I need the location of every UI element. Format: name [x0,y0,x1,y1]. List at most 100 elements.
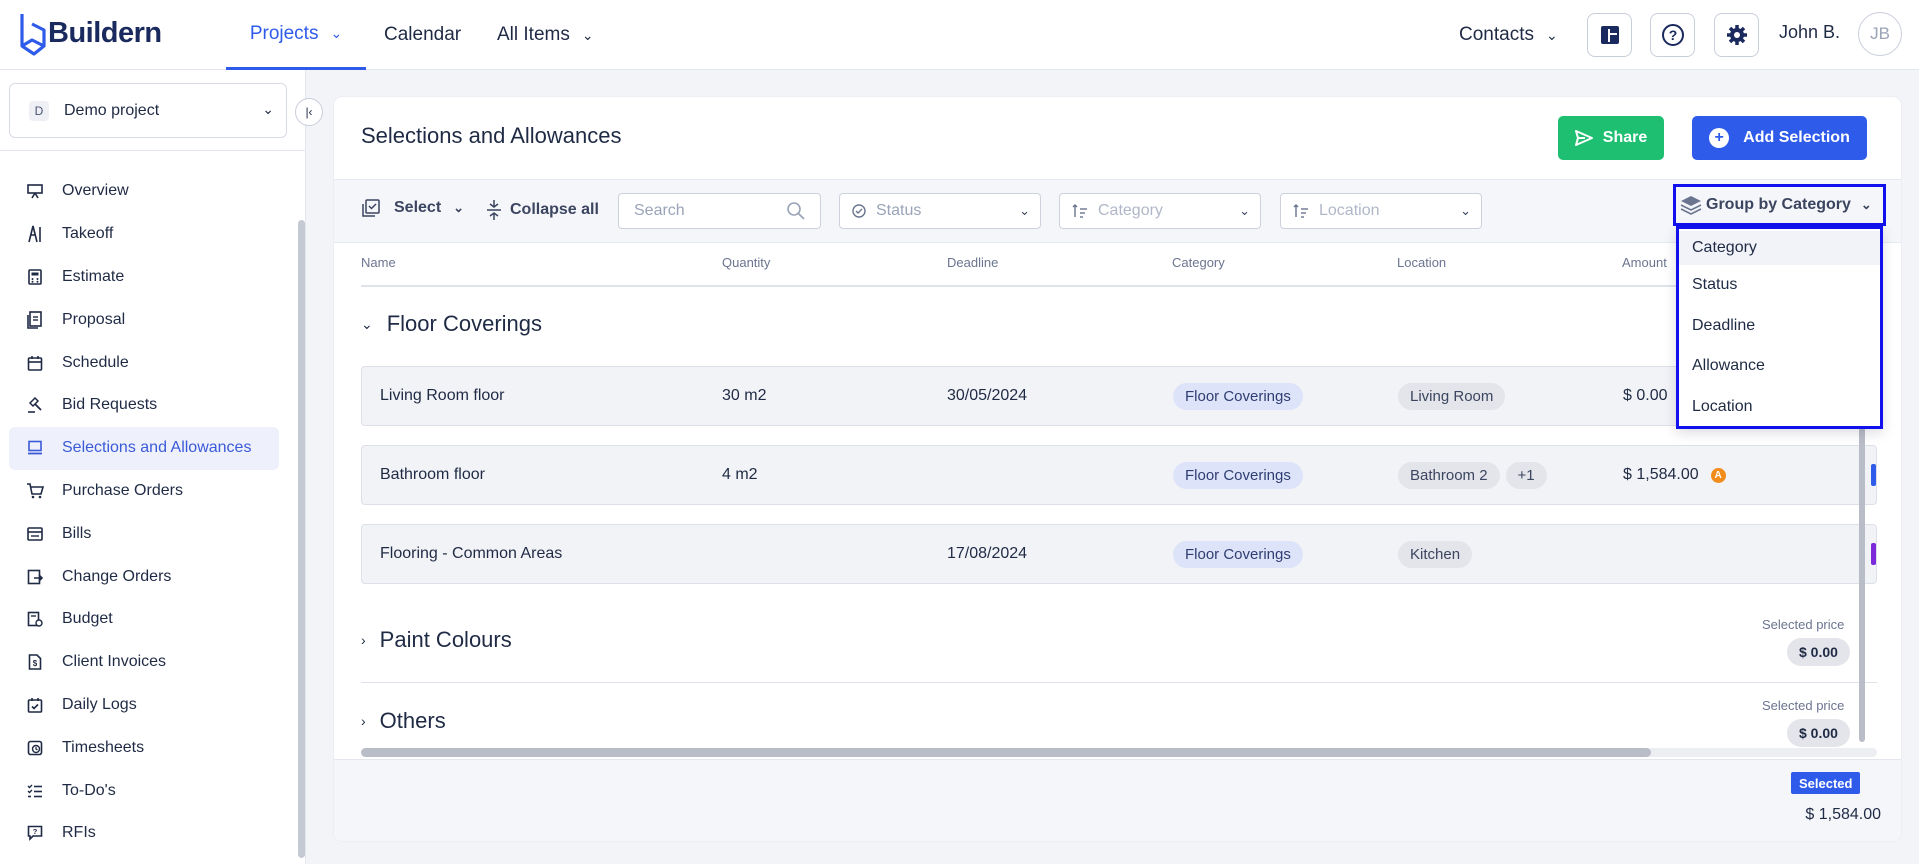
nav-all-items[interactable]: All Items ⌄ [497,0,594,70]
avatar[interactable]: JB [1858,12,1902,56]
nav-contacts-label: Contacts [1459,24,1534,45]
sidebar-item-label: Proposal [62,310,126,328]
row-deadline: 17/08/2024 [947,545,1028,562]
search-input[interactable]: Search [618,193,821,229]
nav-projects[interactable]: Projects ⌄ [226,0,366,70]
sidebar-item-selections-and-allowances[interactable]: Selections and Allowances [9,426,279,470]
sidebar-item-todos[interactable]: To-Do's [9,769,279,812]
group-header-floor-coverings[interactable]: ⌄ Floor Coverings [361,311,542,337]
allowance-warning-icon: A [1710,467,1726,483]
sidebar-item-label: To-Do's [62,781,116,799]
share-label: Share [1602,129,1648,146]
sidebar-item-purchase-orders[interactable]: Purchase Orders [9,470,279,513]
group-by-option-deadline[interactable]: Deadline [1679,306,1880,347]
table-row[interactable]: Bathroom floor 4 m2 Floor Coverings Bath… [361,445,1877,505]
nav-contacts[interactable]: Contacts ⌄ [1459,0,1558,70]
sidebar-item-label: Budget [62,610,113,628]
settings-button[interactable] [1714,13,1759,57]
sidebar-item-client-invoices[interactable]: $ Client Invoices [9,641,279,684]
chevron-down-icon: ⌄ [1019,203,1030,218]
sidebar-item-label: Change Orders [62,567,172,585]
chevron-down-icon: ⌄ [330,25,343,41]
sidebar-scrollbar[interactable] [298,220,305,858]
help-button[interactable]: ? [1650,13,1695,57]
select-dropdown[interactable]: Select ⌄ [362,199,464,217]
nav-calendar[interactable]: Calendar [384,0,461,70]
takeoff-icon [26,225,44,243]
add-selection-button[interactable]: + Add Selection [1692,116,1867,160]
row-name: Living Room floor [380,387,505,404]
sidebar-item-label: RFIs [62,824,96,842]
sidebar-item-daily-logs[interactable]: Daily Logs [9,684,279,727]
row-quantity: 30 m2 [722,387,767,404]
group-title: Others [379,708,446,733]
status-marker [1871,543,1876,565]
sidebar-item-label: Takeoff [62,225,114,243]
proposal-icon [26,310,44,329]
collapse-all-label: Collapse all [510,201,599,218]
sidebar-item-rfis[interactable]: ? RFIs [9,812,279,855]
checkbox-multi-icon [362,199,380,217]
calculator-icon [26,268,44,286]
location-filter[interactable]: Location ⌄ [1280,193,1482,229]
group-by-option-location[interactable]: Location [1679,387,1880,428]
sidebar-item-proposal[interactable]: Proposal [9,298,279,341]
group-header-paint-colours[interactable]: › Paint Colours [361,627,512,653]
chevron-right-icon: › [361,713,366,729]
app-logo[interactable]: Buildern [16,10,162,56]
rfi-icon: ? [26,824,44,842]
group-by-option-allowance[interactable]: Allowance [1679,346,1880,387]
status-filter[interactable]: Status ⌄ [839,193,1041,229]
category-filter[interactable]: Category ⌄ [1059,193,1261,229]
column-header-location[interactable]: Location [1397,255,1446,270]
chevron-right-icon: › [361,632,366,648]
column-header-name[interactable]: Name [361,255,396,270]
column-header-quantity[interactable]: Quantity [722,255,770,270]
group-header-others[interactable]: › Others [361,708,446,734]
sidebar-item-change-orders[interactable]: Change Orders [9,555,279,598]
share-button[interactable]: Share [1558,116,1664,160]
collapse-all-button[interactable]: Collapse all [486,199,599,221]
location-more-pill[interactable]: +1 [1505,461,1547,489]
table-row[interactable]: Living Room floor 30 m2 30/05/2024 Floor… [361,366,1877,426]
horizontal-scrollbar[interactable] [361,748,1651,757]
collapse-sidebar-button[interactable]: |‹ [295,98,323,126]
group-title: Floor Coverings [386,311,543,336]
chevron-down-icon: ⌄ [1239,203,1250,218]
row-name: Flooring - Common Areas [380,545,563,562]
sidebar-item-overview[interactable]: Overview [9,170,279,213]
sidebar-item-budget[interactable]: Budget [9,598,279,641]
user-name[interactable]: John B. [1779,22,1840,43]
collapse-icon [487,200,501,220]
sidebar-item-bid-requests[interactable]: Bid Requests [9,384,279,427]
add-selection-label: Add Selection [1743,129,1850,146]
timesheet-icon [26,739,44,757]
sidebar-item-bills[interactable]: Bills [9,512,279,555]
row-quantity: 4 m2 [722,466,758,483]
column-header-amount[interactable]: Amount [1622,255,1667,270]
sidebar-item-schedule[interactable]: Schedule [9,341,279,384]
selected-badge: Selected [1791,772,1861,794]
vertical-scrollbar[interactable] [1859,417,1865,742]
selected-price-label: Selected price [1762,617,1845,632]
column-header-deadline[interactable]: Deadline [947,255,998,270]
gear-icon [1726,25,1747,45]
table-row[interactable]: Flooring - Common Areas 17/08/2024 Floor… [361,524,1877,584]
sidebar-item-label: Purchase Orders [62,481,183,499]
search-placeholder: Search [634,202,685,219]
sidebar-item-estimate[interactable]: Estimate [9,256,279,299]
group-by-option-status[interactable]: Status [1679,265,1880,306]
group-by-dropdown[interactable]: Group by Category ⌄ [1673,184,1886,226]
dashboard-button[interactable] [1587,13,1632,57]
project-selector[interactable]: D Demo project ⌄ [9,83,287,138]
svg-text:?: ? [1668,27,1677,43]
group-by-option-category[interactable]: Category [1679,231,1880,265]
sort-icon [1293,204,1308,218]
page-title: Selections and Allowances [361,123,622,148]
column-header-category[interactable]: Category [1172,255,1225,270]
sidebar-menu: Overview Takeoff Estimate Proposal Sched… [9,170,279,855]
sidebar-item-takeoff[interactable]: Takeoff [9,213,279,256]
sidebar-item-timesheets[interactable]: Timesheets [9,726,279,769]
presentation-icon [26,182,44,200]
send-icon [1574,130,1593,146]
